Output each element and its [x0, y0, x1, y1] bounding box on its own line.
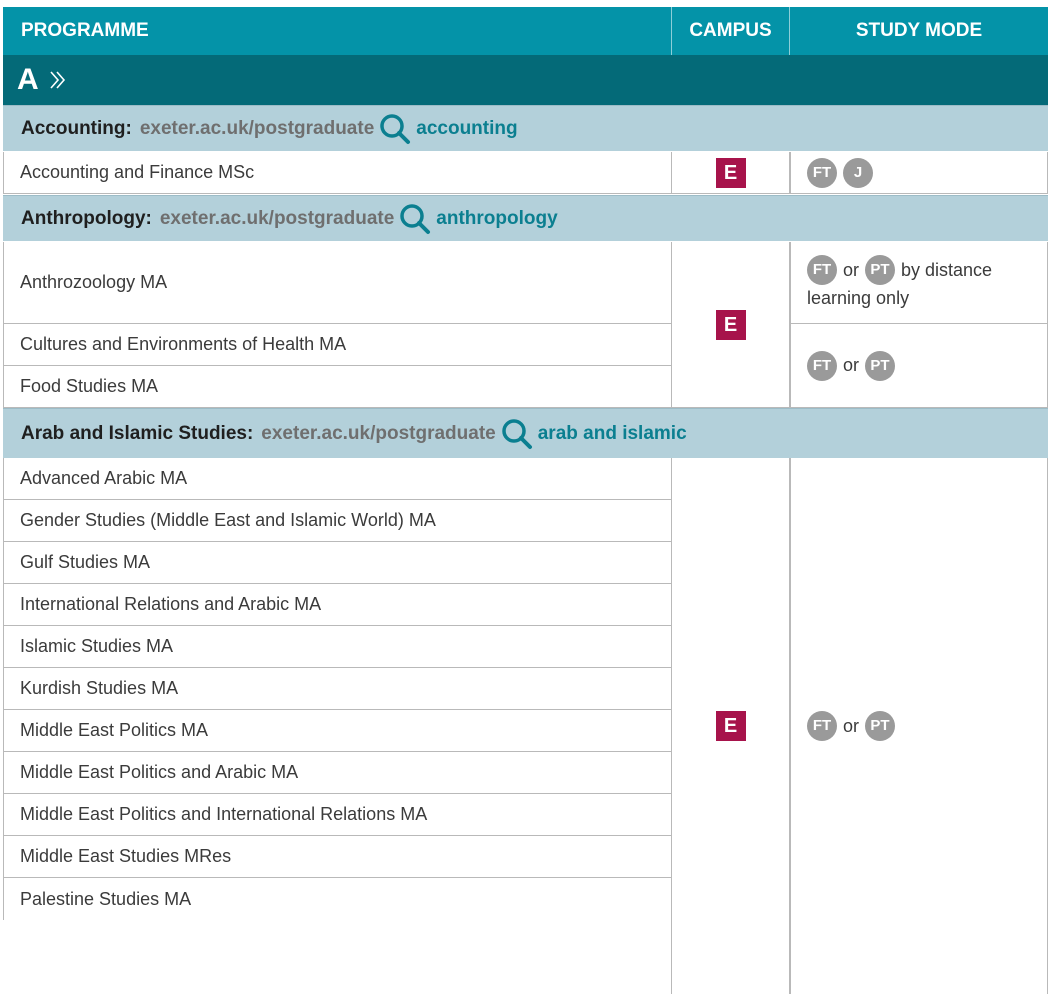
campus-badge: E [715, 309, 746, 340]
programme-name: Middle East Politics MA [20, 720, 209, 740]
table-row: Middle East Politics MA [3, 710, 671, 752]
magnifier-icon [380, 113, 411, 144]
programme-name: Islamic Studies MA [20, 636, 174, 656]
subject-keyword[interactable]: accounting [416, 118, 517, 140]
programme-name: Kurdish Studies MA [20, 678, 179, 698]
table-header: PROGRAMME CAMPUS STUDY MODE [3, 7, 1048, 55]
subject-keyword[interactable]: arab and islamic [538, 423, 687, 445]
programme-name: Gender Studies (Middle East and Islamic … [20, 510, 436, 530]
table-row: Gender Studies (Middle East and Islamic … [3, 500, 671, 542]
campus-cell: E [671, 458, 790, 994]
campus-badge: E [715, 157, 746, 188]
table-row: Advanced Arabic MA [3, 458, 671, 500]
mode-or: or [843, 715, 860, 736]
subject-name: Arab and Islamic Studies: [21, 422, 254, 444]
mode-pill-ft: FT [807, 711, 837, 741]
campus-badge: E [715, 711, 746, 741]
table-row: Food Studies MA [3, 366, 671, 408]
mode-or: or [843, 259, 860, 280]
mode-pill-pt: PT [865, 711, 896, 741]
subject-url[interactable]: exeter.ac.uk/postgraduate [140, 118, 374, 140]
table-row: Anthrozoology MA [3, 242, 671, 324]
table-row: Accounting and Finance MSc [3, 152, 671, 194]
programme-name: Cultures and Environments of Health MA [20, 334, 347, 354]
header-study-mode: STUDY MODE [789, 7, 1048, 55]
programme-name: Advanced Arabic MA [20, 468, 188, 488]
mode-pill-pt: PT [865, 254, 896, 285]
double-chevron-right-icon [50, 71, 65, 89]
programme-table: PROGRAMME CAMPUS STUDY MODE A Accounting… [0, 0, 1050, 994]
campus-cell: E [671, 152, 790, 194]
subject-url[interactable]: exeter.ac.uk/postgraduate [160, 208, 394, 230]
magnifier-icon [501, 418, 532, 449]
programme-name: Middle East Politics and Arabic MA [20, 762, 299, 782]
letter-bar: A [3, 55, 1048, 105]
table-row: Middle East Politics and Arabic MA [3, 752, 671, 794]
programme-name: Anthrozoology MA [20, 272, 168, 292]
programme-name: Gulf Studies MA [20, 552, 151, 572]
programme-name: Accounting and Finance MSc [20, 162, 255, 182]
programme-name: Palestine Studies MA [20, 888, 192, 909]
programme-name: Middle East Politics and International R… [20, 804, 428, 824]
table-row: Islamic Studies MA [3, 626, 671, 668]
study-mode-cell: FT or PT [790, 324, 1048, 408]
table-row: Palestine Studies MA [3, 878, 671, 920]
programme-name: International Relations and Arabic MA [20, 594, 322, 614]
study-mode-cell: FT or PT [790, 458, 1048, 994]
mode-or: or [843, 355, 860, 375]
programme-name: Middle East Studies MRes [20, 846, 232, 866]
header-programme: PROGRAMME [21, 20, 149, 41]
subject-header-anthropology: Anthropology: exeter.ac.uk/postgraduate … [3, 195, 1048, 241]
mode-pill-pt: PT [865, 350, 896, 381]
magnifier-icon [400, 203, 431, 234]
table-row: Middle East Studies MRes [3, 836, 671, 878]
table-row: Kurdish Studies MA [3, 668, 671, 710]
programme-name: Food Studies MA [20, 376, 159, 396]
campus-cell: E [671, 242, 790, 408]
mode-pill-ft: FT [807, 350, 837, 381]
table-row: Gulf Studies MA [3, 542, 671, 584]
subject-name: Accounting: [21, 117, 132, 139]
header-campus: CAMPUS [671, 7, 789, 55]
study-mode-cell: FT J [790, 152, 1048, 194]
subject-header-arab-islamic: Arab and Islamic Studies: exeter.ac.uk/p… [3, 408, 1048, 458]
mode-pill-ft: FT [807, 254, 837, 285]
mode-pill-j: J [843, 157, 873, 188]
table-row: Cultures and Environments of Health MA [3, 324, 671, 366]
mode-note: by distance [901, 259, 993, 280]
subject-url[interactable]: exeter.ac.uk/postgraduate [261, 423, 495, 445]
table-row: Middle East Politics and International R… [3, 794, 671, 836]
subject-keyword[interactable]: anthropology [436, 208, 557, 230]
study-mode-cell: FT or PT by distance learning only [790, 242, 1048, 324]
table-row: International Relations and Arabic MA [3, 584, 671, 626]
subject-header-accounting: Accounting: exeter.ac.uk/postgraduate ac… [3, 105, 1048, 151]
mode-note-line2: learning only [807, 287, 910, 308]
subject-name: Anthropology: [21, 207, 152, 229]
letter-heading: A [17, 63, 39, 96]
mode-pill-ft: FT [807, 157, 837, 188]
